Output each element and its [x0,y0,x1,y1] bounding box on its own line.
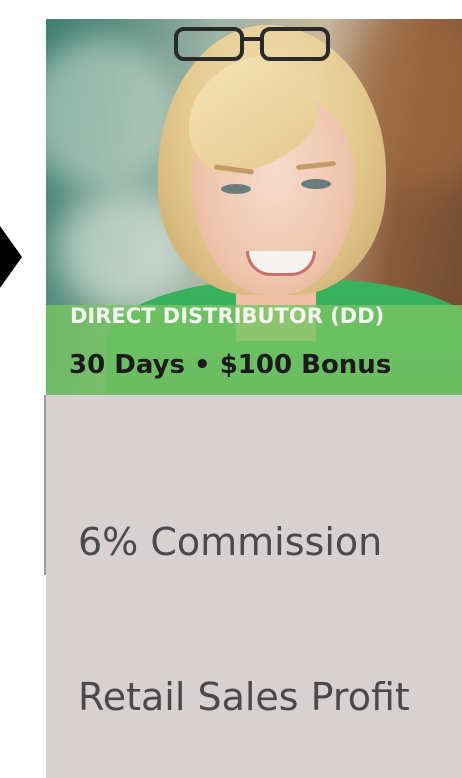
page: DIRECT DISTRIBUTOR (DD) 30 Days • $100 B… [0,0,462,778]
glasses-lens [174,27,244,61]
background-blur [46,39,176,189]
distributor-card[interactable] [46,19,462,778]
card-subtitle: 30 Days • $100 Bonus [69,350,392,380]
eye [221,184,251,194]
previous-arrow-icon[interactable] [0,226,22,288]
glasses-icon [174,27,344,61]
feature-commission: 6% Commission [78,520,383,564]
feature-retail-profit: Retail Sales Profit [78,675,410,719]
card-title: DIRECT DISTRIBUTOR (DD) [70,304,385,328]
glasses-lens [260,27,330,61]
eye [301,179,331,189]
